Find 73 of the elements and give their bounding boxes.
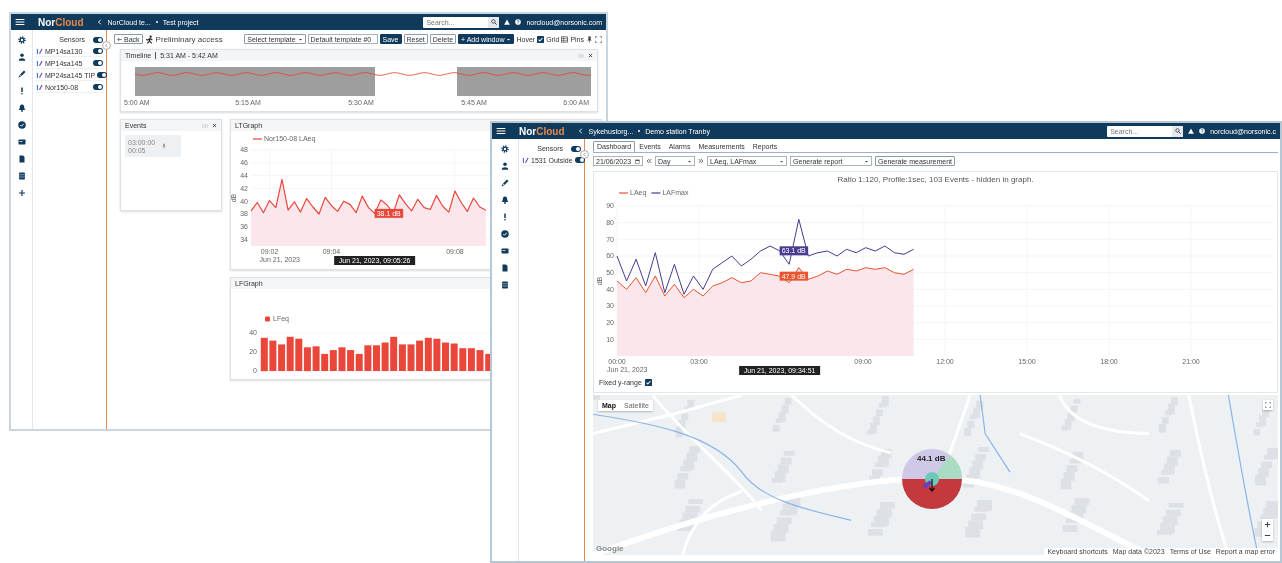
map-logo: Google <box>596 544 624 553</box>
fullscreen-icon <box>1265 402 1271 408</box>
probe-icon <box>36 83 43 91</box>
pin-icon[interactable] <box>586 35 593 43</box>
caret-icon <box>506 36 512 42</box>
minus-icon <box>1264 532 1271 539</box>
figure-icon <box>144 34 154 44</box>
double-chevron-left-icon <box>646 158 653 164</box>
check-circle-icon[interactable] <box>501 230 509 238</box>
help-icon[interactable] <box>1199 128 1206 134</box>
warning-icon[interactable] <box>504 19 511 25</box>
close-icon[interactable] <box>212 123 217 128</box>
toggle-switch[interactable] <box>571 145 581 152</box>
close-icon[interactable] <box>588 53 593 58</box>
double-chevron-right-icon <box>698 158 705 164</box>
toggle-switch[interactable] <box>93 84 103 90</box>
previous-button[interactable] <box>646 158 653 164</box>
search-button[interactable] <box>1172 125 1184 137</box>
database-icon[interactable] <box>501 281 509 289</box>
probe-icon <box>36 59 43 67</box>
gear-icon[interactable] <box>17 36 26 44</box>
toggle-switch[interactable] <box>93 60 103 66</box>
menu-icon[interactable] <box>15 17 25 27</box>
probe-icon <box>36 71 43 79</box>
plus-icon[interactable] <box>17 189 26 197</box>
card-icon[interactable] <box>17 138 26 146</box>
pie-marker-drawing[interactable] <box>900 447 964 511</box>
search-icon <box>490 19 497 25</box>
brush-icon[interactable] <box>17 70 26 78</box>
checkbox[interactable] <box>537 35 545 43</box>
caret-icon <box>687 158 693 164</box>
caret-icon <box>864 158 870 164</box>
exclamation-icon[interactable] <box>501 213 509 221</box>
arrow-left-icon <box>117 36 122 42</box>
gear-icon[interactable] <box>501 145 509 153</box>
bell-icon[interactable] <box>17 104 26 112</box>
bell-icon[interactable] <box>501 196 509 204</box>
check-circle-icon[interactable] <box>17 121 26 129</box>
caret-icon <box>779 158 785 164</box>
warning-icon[interactable] <box>1188 128 1195 134</box>
plus-icon <box>1264 521 1271 528</box>
logo: NorCloud <box>38 16 84 28</box>
zoom-in-button[interactable] <box>1262 519 1273 530</box>
user-icon[interactable] <box>501 162 509 170</box>
brush-icon[interactable] <box>501 179 509 187</box>
document-icon[interactable] <box>501 264 509 272</box>
chevron-left-icon[interactable] <box>96 19 103 25</box>
probe-icon <box>522 156 529 164</box>
page-title: Preliminary access <box>155 34 223 44</box>
search-button[interactable] <box>488 16 500 28</box>
calendar-icon <box>635 158 641 164</box>
caret-icon <box>297 36 303 42</box>
level-reading: 44.1 dB <box>917 454 946 463</box>
next-button[interactable] <box>698 158 705 164</box>
database-icon[interactable] <box>17 172 26 180</box>
zoom-out-button[interactable] <box>1262 530 1273 541</box>
microphone-icon <box>161 143 168 149</box>
menu-icon[interactable] <box>496 126 506 136</box>
document-icon[interactable] <box>17 155 26 163</box>
search-icon <box>1174 128 1181 134</box>
grid-icon[interactable] <box>561 35 569 43</box>
toggle-switch[interactable] <box>93 48 103 54</box>
toggle-switch[interactable] <box>93 36 103 43</box>
collapse-icon[interactable] <box>580 150 589 159</box>
chevron-left-icon[interactable] <box>577 128 584 134</box>
user-icon[interactable] <box>17 53 26 61</box>
card-icon[interactable] <box>501 247 509 255</box>
toggle-switch[interactable] <box>97 72 108 78</box>
logo: NorCloud <box>519 125 565 137</box>
checkbox[interactable] <box>644 379 652 386</box>
chart-title: Ratio 1:120, Profile:1sec, 103 Events - hidden in graph. <box>836 175 1035 185</box>
help-icon[interactable] <box>515 19 522 25</box>
probe-icon <box>36 47 43 55</box>
